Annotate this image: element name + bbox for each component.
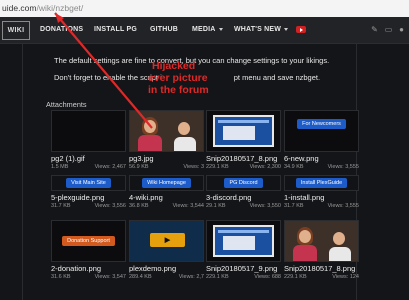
browser-url-bar[interactable]: uide.com/wiki/nzbget/	[0, 0, 409, 18]
monitor-icon[interactable]: ▭	[384, 25, 393, 34]
banner-label: Install PlexGuide	[295, 178, 348, 188]
nav-media[interactable]: MEDIA	[192, 26, 223, 33]
banner-label: Donation Support	[62, 236, 115, 246]
attachment-views: Views: 2,467	[94, 164, 126, 170]
chevron-down-icon	[218, 27, 223, 31]
attachment-filename[interactable]: 4-wiki.png	[129, 193, 204, 202]
plex-logo: ▶	[150, 233, 185, 247]
attachment-views: Views: 688	[254, 274, 281, 280]
attachment-card[interactable]: pg2 (1).gif 1.5 MB Views: 2,467	[51, 110, 126, 170]
attachment-filename[interactable]: Snip20180517_9.png	[206, 264, 281, 273]
attachment-size: 1.5 MB	[51, 164, 69, 170]
attachment-views: Views: 3,547	[94, 274, 126, 280]
attachment-views: Views: 3,544	[172, 203, 204, 209]
url-text[interactable]: uide.com/wiki/nzbget/	[2, 3, 83, 13]
attachment-thumbnail[interactable]: Wiki Homepage	[129, 175, 204, 191]
attachment-filename[interactable]: Snip20180517_8.png	[206, 154, 281, 163]
attachment-card[interactable]: Install PlexGuide 1-install.png 31.7 KB V…	[284, 175, 359, 209]
attachment-thumbnail[interactable]	[206, 110, 281, 152]
attachment-size: 36.8 KB	[129, 203, 149, 209]
banner-label: For Newcomers	[297, 119, 346, 129]
attachment-views: Views: 3,556	[94, 203, 126, 209]
attachment-card[interactable]: PG Discord 3-discord.png 29.1 KB Views: 3…	[206, 175, 281, 209]
attachment-filename[interactable]: Snip20180517_8.png	[284, 264, 359, 273]
content-border-left	[22, 43, 23, 300]
attachment-size: 31.7 KB	[284, 203, 304, 209]
attachments-title: Attachments	[46, 100, 87, 109]
attachment-thumbnail[interactable]: PG Discord	[206, 175, 281, 191]
attachment-filename[interactable]: plexdemo.png	[129, 264, 204, 273]
attachment-size: 34.9 KB	[284, 164, 304, 170]
screenshot-image	[213, 225, 274, 257]
wrench-icon[interactable]: ✎	[370, 25, 379, 34]
attachment-filename[interactable]: 3-discord.png	[206, 193, 281, 202]
attachment-card[interactable]: Donation Support 2-donation.png 31.6 KB V…	[51, 220, 126, 280]
attachment-card[interactable]: Wiki Homepage 4-wiki.png 36.8 KB Views: 3…	[129, 175, 204, 209]
attachment-size: 229.1 KB	[284, 274, 307, 280]
attachment-views: Views: 2,300	[249, 164, 281, 170]
youtube-icon[interactable]	[296, 26, 306, 33]
attachment-filename[interactable]: 2-donation.png	[51, 264, 126, 273]
nav-install-pg[interactable]: INSTALL PG	[94, 26, 137, 33]
attachment-thumbnail[interactable]: Visit Main Site	[51, 175, 126, 191]
forum-navbar: WIKI DONATIONS INSTALL PG GITHUB MEDIA W…	[0, 17, 409, 44]
attachment-size: 29.1 KB	[206, 203, 226, 209]
attachment-card[interactable]: Visit Main Site 5-plexguide.png 31.7 KB V…	[51, 175, 126, 209]
attachment-views: Views: 3,555	[327, 164, 359, 170]
banner-label: PG Discord	[224, 178, 263, 188]
attachment-views: Views: 3,550	[249, 203, 281, 209]
attachment-thumbnail[interactable]: Install PlexGuide	[284, 175, 359, 191]
screenshot-image	[213, 115, 274, 147]
attachment-size: 229.1 KB	[206, 274, 229, 280]
attachment-views: Views: 3,555	[327, 203, 359, 209]
attachment-size: 229.1 KB	[206, 164, 229, 170]
attachment-filename[interactable]: pg2 (1).gif	[51, 154, 126, 163]
attachment-size: 31.7 KB	[51, 203, 71, 209]
attachment-card[interactable]: Snip20180517_9.png 229.1 KB Views: 688	[206, 220, 281, 280]
attachment-views: Views: 124	[332, 274, 359, 280]
photo-image	[130, 111, 203, 151]
attachment-card[interactable]: Snip20180517_8.png 229.1 KB Views: 2,300	[206, 110, 281, 170]
banner-label: Visit Main Site	[66, 178, 111, 188]
attachment-thumbnail[interactable]	[51, 110, 126, 152]
attachment-thumbnail[interactable]	[206, 220, 281, 262]
attachment-thumbnail[interactable]: For Newcomers	[284, 110, 359, 152]
nav-donations[interactable]: DONATIONS	[40, 26, 83, 33]
wiki-logo[interactable]: WIKI	[2, 21, 30, 40]
attachment-card[interactable]: Snip20180517_8.png 229.1 KB Views: 124	[284, 220, 359, 280]
nav-github[interactable]: GITHUB	[150, 26, 178, 33]
attachment-card[interactable]: ▶ plexdemo.png 289.4 KB Views: 2,7	[129, 220, 204, 280]
attachment-filename[interactable]: 5-plexguide.png	[51, 193, 126, 202]
user-icon[interactable]: ●	[397, 25, 406, 34]
photo-image	[285, 221, 358, 261]
attachment-filename[interactable]: 6-new.png	[284, 154, 359, 163]
banner-label: Wiki Homepage	[142, 178, 191, 188]
attachment-views: Views: 2,7	[178, 274, 204, 280]
attachment-card[interactable]: For Newcomers 6-new.png 34.9 KB Views: 3,…	[284, 110, 359, 170]
attachment-thumbnail[interactable]	[284, 220, 359, 262]
annotation-text: Hijacked ever picture in the forum	[148, 60, 209, 96]
attachment-filename[interactable]: 1-install.png	[284, 193, 359, 202]
chevron-down-icon	[284, 27, 289, 31]
attachment-card[interactable]: pg3.jpg 56.9 KB Views: 3	[129, 110, 204, 170]
attachment-size: 31.6 KB	[51, 274, 71, 280]
nav-whats-new[interactable]: WHAT'S NEW	[234, 26, 289, 33]
attachment-size: 289.4 KB	[129, 274, 152, 280]
attachment-thumbnail[interactable]	[129, 110, 204, 152]
attachment-thumbnail[interactable]: Donation Support	[51, 220, 126, 262]
attachment-size: 56.9 KB	[129, 164, 149, 170]
attachment-filename[interactable]: pg3.jpg	[129, 154, 204, 163]
attachment-thumbnail[interactable]: ▶	[129, 220, 204, 262]
attachment-views: Views: 3	[183, 164, 204, 170]
